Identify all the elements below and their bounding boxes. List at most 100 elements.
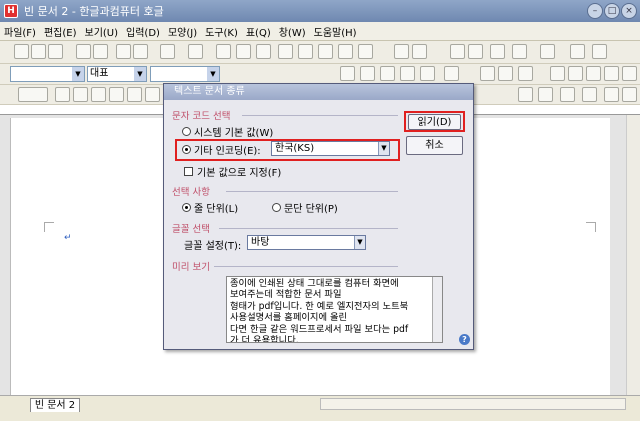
- format-painter-icon[interactable]: [278, 44, 293, 59]
- align-center-icon[interactable]: [568, 66, 583, 81]
- polygon-icon[interactable]: [145, 87, 160, 102]
- window-title: 빈 문서 2 - 한글과컴퓨터 호글: [24, 5, 164, 18]
- preview-section-label: 미리 보기: [172, 262, 210, 273]
- picture-icon[interactable]: [358, 44, 373, 59]
- menu-table[interactable]: 표(Q): [246, 24, 271, 39]
- section-divider: [242, 115, 398, 116]
- distribute-icon[interactable]: [622, 66, 637, 81]
- preview-box: 종이에 인쇄된 상태 그대로를 컴퓨터 화면에 보여주는데 적합한 문서 파일 …: [226, 276, 443, 343]
- cut-icon[interactable]: [216, 44, 231, 59]
- radio-line-unit[interactable]: [182, 203, 191, 212]
- ellipse-icon[interactable]: [91, 87, 106, 102]
- menu-window[interactable]: 창(W): [279, 24, 306, 39]
- table-icon[interactable]: [338, 44, 353, 59]
- line-unit-label: 줄 단위(L): [194, 204, 239, 215]
- section-divider: [219, 228, 398, 229]
- cancel-button[interactable]: 취소: [406, 136, 463, 155]
- font-select[interactable]: 바탕 ▼: [247, 235, 366, 250]
- align-left-icon[interactable]: [550, 66, 565, 81]
- paragraph-mark-icon: ↵: [64, 233, 72, 243]
- font-value: 바탕: [251, 237, 270, 248]
- new-doc-icon[interactable]: [14, 44, 29, 59]
- help-icon[interactable]: ?: [459, 334, 470, 345]
- radio-system-default[interactable]: [182, 127, 191, 136]
- font-combo[interactable]: ▼: [150, 66, 220, 82]
- rect-icon[interactable]: [73, 87, 88, 102]
- font-lang-combo[interactable]: 대표 ▼: [87, 66, 147, 82]
- align-right-icon[interactable]: [586, 66, 601, 81]
- chart-icon[interactable]: [412, 44, 427, 59]
- rotate-icon[interactable]: [622, 87, 637, 102]
- arc-icon[interactable]: [109, 87, 124, 102]
- subscript-icon[interactable]: [498, 66, 513, 81]
- margin-mark: [586, 222, 596, 232]
- read-button[interactable]: 읽기(D): [408, 114, 461, 130]
- grid-icon[interactable]: [512, 44, 527, 59]
- justify-icon[interactable]: [604, 66, 619, 81]
- charset-section-label: 문자 코드 선택: [172, 111, 231, 122]
- order-icon[interactable]: [538, 87, 553, 102]
- redo-icon[interactable]: [188, 44, 203, 59]
- superscript-icon[interactable]: [480, 66, 495, 81]
- font-color-icon[interactable]: [420, 66, 435, 81]
- draw-icon[interactable]: [490, 44, 505, 59]
- encoding-select[interactable]: 한국(KS) ▼: [271, 141, 390, 156]
- menu-tools[interactable]: 도구(K): [205, 24, 238, 39]
- fill-icon[interactable]: [560, 87, 575, 102]
- title-bar: H 빈 문서 2 - 한글과컴퓨터 호글 – □ ×: [0, 0, 640, 22]
- margin-mark: [44, 222, 54, 232]
- settings-icon[interactable]: [540, 44, 555, 59]
- menu-format[interactable]: 모양(J): [168, 24, 197, 39]
- menu-file[interactable]: 파일(F): [4, 24, 36, 39]
- bold-icon[interactable]: [340, 66, 355, 81]
- style-combo[interactable]: ▼: [10, 66, 85, 82]
- zoom-icon[interactable]: [570, 44, 585, 59]
- curve-icon[interactable]: [127, 87, 142, 102]
- undo-icon[interactable]: [160, 44, 175, 59]
- minimize-button[interactable]: –: [587, 3, 603, 19]
- drawing-menu[interactable]: [18, 87, 48, 102]
- menu-insert[interactable]: 입력(D): [126, 24, 160, 39]
- line-icon[interactable]: [55, 87, 70, 102]
- line-style-icon[interactable]: [582, 87, 597, 102]
- hyperlink-icon[interactable]: [394, 44, 409, 59]
- spell-icon[interactable]: [318, 44, 333, 59]
- highlight-icon[interactable]: [444, 66, 459, 81]
- maximize-button[interactable]: □: [604, 3, 620, 19]
- italic-icon[interactable]: [360, 66, 375, 81]
- app-icon: H: [4, 4, 18, 18]
- preview-scrollbar[interactable]: [432, 277, 442, 342]
- print-icon[interactable]: [116, 44, 131, 59]
- save-icon[interactable]: [76, 44, 91, 59]
- group-icon[interactable]: [518, 87, 533, 102]
- calc-icon[interactable]: [450, 44, 465, 59]
- print-preview-icon[interactable]: [93, 44, 108, 59]
- vertical-scrollbar[interactable]: [626, 115, 640, 395]
- other-encoding-label: 기타 인코딩(E):: [194, 146, 261, 157]
- default-checkbox[interactable]: [184, 167, 193, 176]
- fax-icon[interactable]: [133, 44, 148, 59]
- open-recent-icon[interactable]: [48, 44, 63, 59]
- close-button[interactable]: ×: [621, 3, 637, 19]
- encoding-value: 한국(KS): [275, 143, 315, 154]
- menu-view[interactable]: 보기(U): [85, 24, 119, 39]
- section-divider: [214, 266, 398, 267]
- chevron-down-icon: ▼: [354, 236, 365, 249]
- open-icon[interactable]: [31, 44, 46, 59]
- radio-para-unit[interactable]: [272, 203, 281, 212]
- radio-other-encoding[interactable]: [182, 145, 191, 154]
- menu-help[interactable]: 도움말(H): [314, 24, 357, 39]
- strike-icon[interactable]: [400, 66, 415, 81]
- shadow-icon[interactable]: [604, 87, 619, 102]
- menu-bar: 파일(F) 편집(E) 보기(U) 입력(D) 모양(J) 도구(K) 표(Q)…: [0, 22, 640, 41]
- document-tab[interactable]: 빈 문서 2: [30, 398, 80, 412]
- paste-icon[interactable]: [256, 44, 271, 59]
- copy-icon[interactable]: [236, 44, 251, 59]
- shade-icon[interactable]: [518, 66, 533, 81]
- underline-icon[interactable]: [380, 66, 395, 81]
- help-icon[interactable]: [592, 44, 607, 59]
- menu-edit[interactable]: 편집(E): [44, 24, 77, 39]
- symbol-icon[interactable]: [468, 44, 483, 59]
- find-icon[interactable]: [298, 44, 313, 59]
- horizontal-scrollbar[interactable]: [320, 398, 626, 410]
